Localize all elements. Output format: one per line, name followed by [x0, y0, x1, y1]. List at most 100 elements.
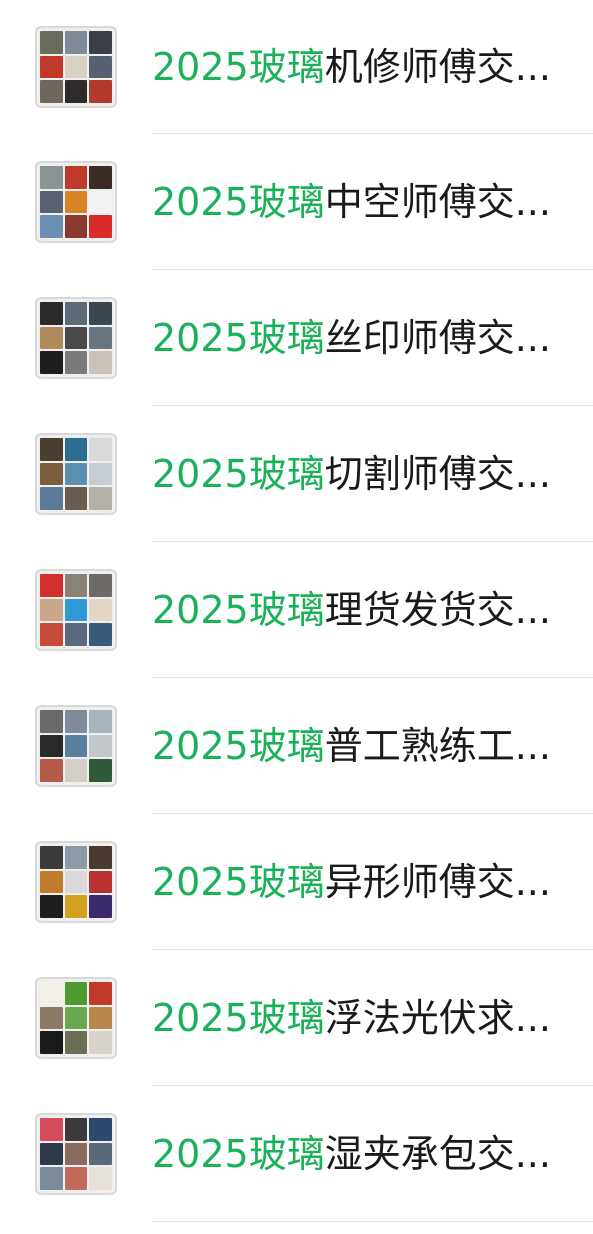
group-name-rest: 异形师傅交...	[324, 860, 549, 904]
member-avatar-tile	[64, 759, 88, 782]
member-avatar-tile	[89, 895, 112, 918]
list-item[interactable]: 2025玻璃切割师傅交...	[0, 406, 593, 542]
member-avatar-tile	[89, 598, 112, 622]
member-avatar-tile	[89, 846, 112, 869]
list-item[interactable]: 2025玻璃理货发货交...	[0, 542, 593, 678]
member-avatar-tile	[89, 710, 112, 733]
list-item[interactable]: 2025玻璃湿夹承包交...	[0, 1086, 593, 1222]
member-avatar-tile	[64, 895, 88, 918]
group-name: 2025玻璃异形师傅交...	[152, 859, 549, 905]
search-match-highlight: 2025玻璃	[152, 724, 325, 768]
list-item[interactable]: 2025玻璃异形师傅交...	[0, 814, 593, 950]
member-avatar-tile	[40, 302, 63, 325]
group-avatar-icon	[35, 841, 117, 923]
member-avatar-tile	[40, 1142, 63, 1166]
member-avatar-tile	[64, 734, 88, 758]
divider	[152, 1221, 593, 1222]
group-avatar-icon	[35, 26, 117, 108]
member-avatar-tile	[64, 710, 88, 733]
member-avatar-tile	[89, 302, 112, 325]
member-avatar-tile	[89, 55, 112, 79]
member-avatar-tile	[89, 462, 112, 486]
member-avatar-tile	[40, 462, 63, 486]
member-avatar-tile	[40, 623, 63, 646]
member-avatar-tile	[40, 1031, 63, 1054]
member-avatar-tile	[40, 215, 63, 238]
group-name: 2025玻璃中空师傅交...	[152, 179, 549, 225]
group-name-rest: 丝印师傅交...	[324, 316, 549, 360]
member-avatar-tile	[89, 574, 112, 597]
search-match-highlight: 2025玻璃	[152, 588, 325, 632]
search-match-highlight: 2025玻璃	[152, 860, 325, 904]
list-item[interactable]: 2025玻璃机修师傅交...	[0, 0, 593, 134]
member-avatar-tile	[40, 351, 63, 374]
group-name-rest: 浮法光伏求...	[324, 996, 549, 1040]
group-name-rest: 切割师傅交...	[324, 452, 549, 496]
group-name-rest: 普工熟练工...	[324, 724, 549, 768]
group-avatar-icon	[35, 297, 117, 379]
member-avatar-tile	[64, 623, 88, 646]
member-avatar-tile	[64, 870, 88, 894]
member-avatar-tile	[64, 982, 88, 1005]
member-avatar-tile	[89, 190, 112, 214]
list-item[interactable]: 2025玻璃丝印师傅交...	[0, 270, 593, 406]
member-avatar-tile	[40, 487, 63, 510]
member-avatar-tile	[40, 1118, 63, 1141]
member-avatar-tile	[89, 759, 112, 782]
member-avatar-tile	[64, 55, 88, 79]
search-match-highlight: 2025玻璃	[152, 452, 325, 496]
member-avatar-tile	[89, 870, 112, 894]
member-avatar-tile	[64, 1006, 88, 1030]
member-avatar-tile	[40, 80, 63, 103]
member-avatar-tile	[64, 1167, 88, 1190]
member-avatar-tile	[64, 215, 88, 238]
group-name: 2025玻璃切割师傅交...	[152, 451, 549, 497]
member-avatar-tile	[64, 438, 88, 461]
member-avatar-tile	[40, 734, 63, 758]
list-item[interactable]: 2025玻璃普工熟练工...	[0, 678, 593, 814]
search-match-highlight: 2025玻璃	[152, 316, 325, 360]
member-avatar-tile	[89, 166, 112, 189]
chat-group-list: 2025玻璃机修师傅交... 2025玻璃中空师傅交... 2025玻璃丝印师傅交.…	[0, 0, 593, 1222]
search-match-highlight: 2025玻璃	[152, 45, 325, 89]
member-avatar-tile	[40, 759, 63, 782]
list-item[interactable]: 2025玻璃浮法光伏求...	[0, 950, 593, 1086]
search-match-highlight: 2025玻璃	[152, 1132, 325, 1176]
member-avatar-tile	[89, 982, 112, 1005]
member-avatar-tile	[89, 351, 112, 374]
member-avatar-tile	[89, 438, 112, 461]
group-name-rest: 湿夹承包交...	[324, 1132, 549, 1176]
member-avatar-tile	[64, 166, 88, 189]
member-avatar-tile	[40, 870, 63, 894]
member-avatar-tile	[64, 846, 88, 869]
group-name: 2025玻璃理货发货交...	[152, 587, 549, 633]
member-avatar-tile	[64, 1031, 88, 1054]
group-avatar-icon	[35, 977, 117, 1059]
member-avatar-tile	[89, 80, 112, 103]
member-avatar-tile	[40, 895, 63, 918]
member-avatar-tile	[40, 574, 63, 597]
member-avatar-tile	[64, 462, 88, 486]
member-avatar-tile	[89, 487, 112, 510]
group-name: 2025玻璃湿夹承包交...	[152, 1131, 549, 1177]
member-avatar-tile	[40, 31, 63, 54]
member-avatar-tile	[64, 351, 88, 374]
list-item[interactable]: 2025玻璃中空师傅交...	[0, 134, 593, 270]
member-avatar-tile	[64, 302, 88, 325]
member-avatar-tile	[89, 1118, 112, 1141]
member-avatar-tile	[40, 166, 63, 189]
member-avatar-tile	[64, 1118, 88, 1141]
group-avatar-icon	[35, 161, 117, 243]
member-avatar-tile	[40, 710, 63, 733]
member-avatar-tile	[64, 574, 88, 597]
member-avatar-tile	[89, 1142, 112, 1166]
group-name: 2025玻璃浮法光伏求...	[152, 995, 549, 1041]
member-avatar-tile	[89, 1006, 112, 1030]
group-avatar-icon	[35, 1113, 117, 1195]
search-match-highlight: 2025玻璃	[152, 180, 325, 224]
group-avatar-icon	[35, 433, 117, 515]
group-name-rest: 中空师傅交...	[324, 180, 549, 224]
member-avatar-tile	[40, 438, 63, 461]
member-avatar-tile	[64, 326, 88, 350]
member-avatar-tile	[89, 623, 112, 646]
